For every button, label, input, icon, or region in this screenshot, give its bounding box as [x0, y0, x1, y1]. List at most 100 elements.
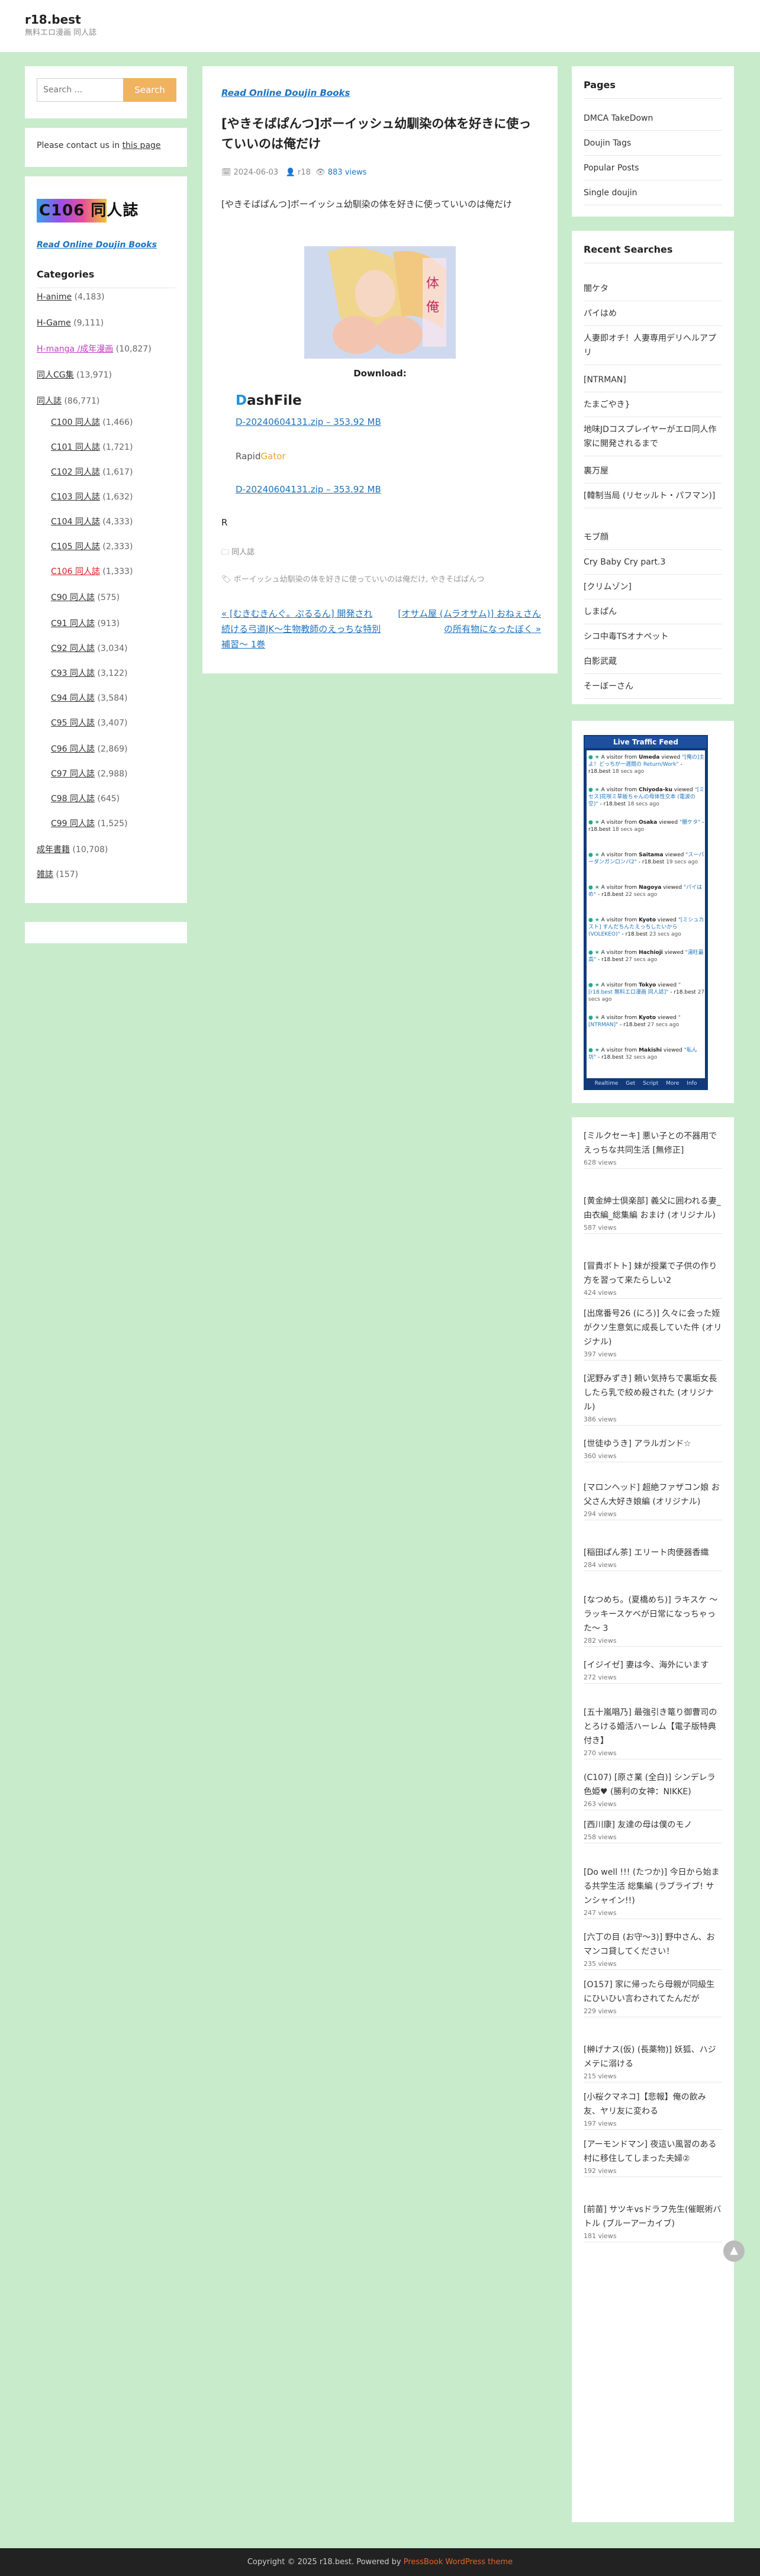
popular-post-title[interactable]: [小桜クマネコ]【悲報】俺の飲み友、ヤリ友に変わる: [584, 2090, 722, 2119]
footer-theme-link[interactable]: PressBook WordPress theme: [404, 2558, 513, 2567]
popular-post-title[interactable]: [六丁の目 (お守〜3)] 野中さん、おマンコ貸してください！: [584, 1930, 722, 1959]
recent-search-link[interactable]: しまぱん: [584, 605, 722, 624]
recent-search-link[interactable]: 地味JDコスプレイヤーがエロ同人作家に開発されるまで: [584, 423, 722, 456]
page-link[interactable]: Doujin Tags: [584, 136, 722, 156]
category-link[interactable]: C101 同人誌: [51, 443, 100, 452]
category-link[interactable]: C94 同人誌: [51, 694, 95, 703]
popular-post-views: 197 views: [584, 2120, 617, 2127]
recent-search-link[interactable]: そーぼーさん: [584, 679, 722, 699]
category-link[interactable]: H-anime: [37, 292, 72, 302]
category-link[interactable]: C100 同人誌: [51, 418, 100, 427]
category-link[interactable]: C90 同人誌: [51, 593, 95, 602]
recent-search-link[interactable]: 白影武蔵: [584, 655, 722, 674]
category-link[interactable]: H-Game: [37, 318, 71, 328]
category-link[interactable]: C104 同人誌: [51, 517, 100, 527]
popular-post-title[interactable]: [西川康] 友達の母は僕のモノ: [584, 1818, 722, 1832]
previous-post-link[interactable]: « [むきむきんぐ。ぷるるん] 開発され続ける弓道JK〜生物教師のえっちな特別補…: [221, 606, 381, 652]
popular-post-title[interactable]: [イジイゼ] 妻は今、海外にいます: [584, 1658, 722, 1672]
recent-search-link[interactable]: シコ中毒TSオナペット: [584, 630, 722, 649]
category-link[interactable]: C92 同人誌: [51, 644, 95, 653]
category-link[interactable]: C97 同人誌: [51, 769, 95, 779]
read-online-link[interactable]: Read Online Doujin Books: [37, 239, 157, 252]
category-item: C100 同人誌 (1,466): [51, 417, 133, 429]
popular-post-title[interactable]: (C107) [原さ業 (全白)] シンデレラ色姫♥ (勝利の女神：NIKKE): [584, 1771, 722, 1799]
page-link[interactable]: Single doujin: [584, 186, 722, 205]
category-link[interactable]: 雑誌: [37, 870, 53, 879]
contact-widget: Please contact us in this page: [25, 128, 187, 167]
popular-post-title[interactable]: [冒貴ボトト] 妹が授業で子供の作り方を習って来たらしい2: [584, 1259, 722, 1288]
c106-banner[interactable]: C106 同人誌: [37, 199, 138, 223]
page-link[interactable]: Popular Posts: [584, 161, 722, 180]
popular-post-views: 360 views: [584, 1452, 617, 1460]
popular-post-title[interactable]: [泥野みずき] 頼い気持ちで裏垢女長したら乳で絞め殺された (オリジナル): [584, 1372, 722, 1414]
rapidgator-download-link[interactable]: D-20240604131.zip – 353.92 MB: [236, 483, 381, 496]
feed-site: - r18.best: [596, 957, 626, 963]
popular-post-title[interactable]: [榊げナス(仮) (長薬物)] 妖狐、ハジメテに溺ける: [584, 2043, 722, 2071]
popular-post-title[interactable]: [Do well !!! (たつか)] 今日から始まる共学生活 総集編 (ラブラ…: [584, 1865, 722, 1908]
category-link[interactable]: C91 同人誌: [51, 619, 95, 628]
recent-searches-widget: Recent Searches 闇ケタ パイはめ 人妻即オチ！人妻専用デリヘルアプリ…: [572, 231, 734, 704]
recent-search-link[interactable]: モブ顔: [584, 530, 722, 550]
post-category-link[interactable]: Read Online Doujin Books: [221, 86, 350, 100]
recent-search-link[interactable]: 裏万屋: [584, 464, 722, 483]
search-input[interactable]: [37, 78, 124, 102]
popular-post-title[interactable]: [ミルクセーキ] 悪い子との不器用でえっちな共同生活 [無修正]: [584, 1129, 722, 1158]
page-link[interactable]: DMCA TakeDown: [584, 111, 722, 131]
post-author[interactable]: r18: [298, 168, 311, 177]
post-article: Read Online Doujin Books [やきそばぱんつ]ボーイッシュ…: [202, 66, 558, 673]
category-link[interactable]: C99 同人誌: [51, 819, 95, 828]
popular-post-title[interactable]: [黄金紳士倶楽部] 義父に囲われる妻_由衣編_総集編 おまけ (オリジナル): [584, 1194, 722, 1223]
feed-site: - r18.best: [618, 1022, 648, 1028]
back-to-top-button[interactable]: ▲: [723, 2240, 745, 2262]
popular-post-title[interactable]: [前苗] サツキvsドラフ先生(催眠術バトル (ブルーアーカイブ): [584, 2203, 722, 2231]
contact-link[interactable]: this page: [123, 141, 161, 150]
search-button[interactable]: Search: [123, 78, 176, 102]
post-tags-list[interactable]: ボーイッシュ幼馴染の体を好きに使っていいのは俺だけ, やきそばぱんつ: [234, 575, 485, 584]
feed-viewed-text: viewed: [662, 1047, 684, 1053]
feed-page[interactable]: "闇ケタ": [680, 820, 700, 826]
category-link[interactable]: 同人CG集: [37, 370, 74, 380]
recent-search-link[interactable]: [韓制当局 (リセッルト・パフマン)]: [584, 489, 722, 508]
recent-search-link[interactable]: [クリムゾン]: [584, 580, 722, 599]
category-link[interactable]: 成年書籍: [37, 845, 70, 855]
category-link[interactable]: C98 同人誌: [51, 794, 95, 804]
popular-post-title[interactable]: [O157] 家に帰ったら母親が同級生にひいひい言わされてたんだが: [584, 1978, 722, 2006]
category-link[interactable]: C102 同人誌: [51, 468, 100, 477]
popular-post-title[interactable]: [アーモンドマン] 夜這い風習のある村に移住してしまった夫婦②: [584, 2137, 722, 2166]
feed-footer[interactable]: Realtime Get Script More Info: [585, 1078, 707, 1089]
feed-flags-icon: ● ★: [588, 1047, 601, 1053]
popular-post-title[interactable]: [稲田ぱん茶] エリート肉便器香織: [584, 1546, 722, 1560]
popular-post-title[interactable]: [なつめち。(夏橋めち)] ラキスケ 〜ラッキースケベが日常になっちゃった〜 3: [584, 1593, 722, 1636]
category-item: H-Game (9,111): [37, 317, 104, 330]
feed-time: 27 secs ago: [625, 957, 658, 963]
recent-search-link[interactable]: たまごやき}: [584, 398, 722, 417]
recent-search-link[interactable]: Cry Baby Cry part.3: [584, 555, 722, 575]
recent-search-link[interactable]: パイはめ: [584, 307, 722, 326]
site-footer: Copyright © 2025 r18.best. Powered by Pr…: [0, 2548, 760, 2576]
feed-items: ● ★ A visitor from Umeda viewed "[俺の]主よ！…: [587, 750, 705, 1078]
post-taxonomy-link[interactable]: 同人誌: [231, 548, 255, 557]
recent-search-link[interactable]: [NTRMAN]: [584, 373, 722, 392]
popular-post-title[interactable]: [出席番号26 (にろ)] 久々に会った姪がクソ生意気に成長していた件 (オリジ…: [584, 1307, 722, 1349]
popular-post-title[interactable]: [世徒ゆうき] アラルガンド☆: [584, 1437, 722, 1451]
popular-post-title[interactable]: [マロンヘッド] 超絶ファザコン娘 お父さん大好き娘編 (オリジナル): [584, 1481, 722, 1509]
recent-search-link[interactable]: 闇ケタ: [584, 282, 722, 301]
category-link[interactable]: C103 同人誌: [51, 492, 100, 502]
category-link[interactable]: C95 同人誌: [51, 718, 95, 728]
post-thumbnail[interactable]: 体 俺: [304, 246, 456, 359]
dashfile-download-link[interactable]: D-20240604131.zip – 353.92 MB: [236, 415, 381, 429]
popular-post-views: 215 views: [584, 2072, 617, 2080]
category-link[interactable]: C106 同人誌: [51, 567, 100, 576]
category-link[interactable]: C93 同人誌: [51, 669, 95, 678]
feed-time: 18 secs ago: [627, 801, 659, 807]
category-link[interactable]: C96 同人誌: [51, 744, 95, 754]
recent-search-link[interactable]: 人妻即オチ！人妻専用デリヘルアプリ: [584, 331, 722, 365]
category-link[interactable]: C105 同人誌: [51, 542, 100, 552]
category-link[interactable]: H-manga /成年漫画: [37, 344, 113, 354]
svg-text:俺: 俺: [426, 300, 439, 315]
popular-post-title[interactable]: [五十嵐唱乃] 最強引き篭り御曹司のとろける婚活ハーレム【電子版特典付き】: [584, 1705, 722, 1748]
category-link[interactable]: 同人誌: [37, 396, 62, 406]
live-traffic-feed[interactable]: Live Traffic Feed ● ★ A visitor from Ume…: [584, 735, 708, 1090]
site-title[interactable]: r18.best: [25, 11, 81, 28]
next-post-link[interactable]: [オサム屋 (ムラオサム)] おねぇさんの所有物になったぼく »: [389, 606, 541, 637]
